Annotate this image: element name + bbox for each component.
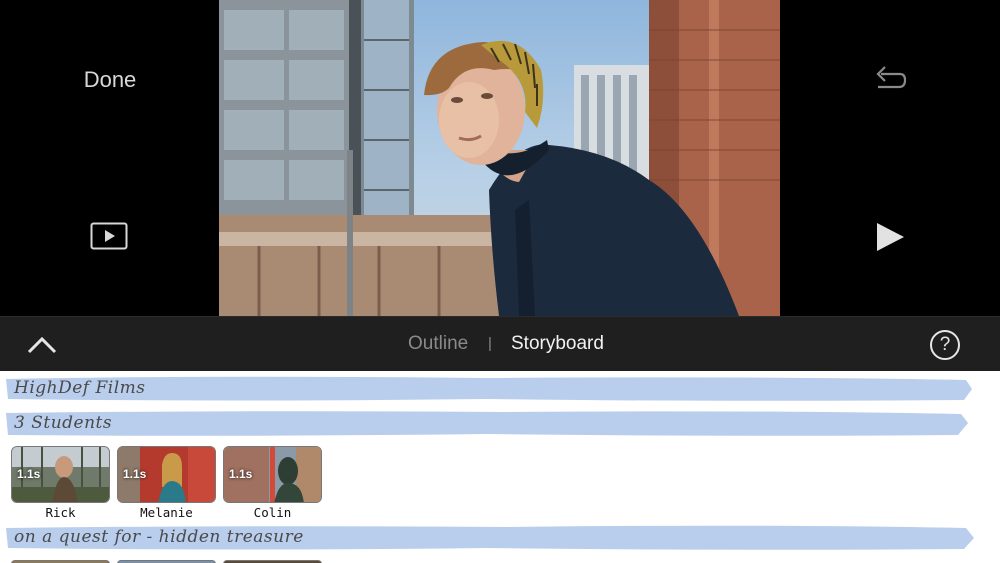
- clip-tile[interactable]: 1.1s Colin: [223, 446, 322, 520]
- clip-name: Colin: [253, 505, 292, 520]
- storyboard-list: HighDef Films 3 Students 1.1s Rick 1.1s …: [0, 371, 1000, 563]
- clip-thumbnail: 1.1s: [223, 446, 322, 503]
- video-viewer: Done: [0, 0, 1000, 316]
- clip-tile[interactable]: 1.1s Rick: [11, 446, 110, 520]
- tab-storyboard[interactable]: Storyboard: [511, 332, 604, 356]
- help-button[interactable]: ?: [930, 330, 960, 360]
- done-button[interactable]: Done: [60, 64, 160, 96]
- section-title-band[interactable]: HighDef Films: [6, 375, 972, 403]
- section-title-band[interactable]: 3 Students: [6, 410, 968, 438]
- play-icon[interactable]: [872, 220, 908, 254]
- tab-separator: |: [488, 335, 492, 352]
- undo-icon[interactable]: [872, 62, 908, 94]
- section-title-text: HighDef Films: [14, 378, 146, 398]
- clip-duration: 1.1s: [123, 467, 147, 481]
- clip-name: Rick: [45, 505, 76, 520]
- clip-thumbnail: 1.1s: [117, 446, 216, 503]
- preview-icon[interactable]: [90, 222, 128, 250]
- video-preview-image: [219, 0, 780, 316]
- chevron-up-icon[interactable]: [26, 331, 58, 359]
- clip-duration: 1.1s: [17, 467, 41, 481]
- section-title-text: 3 Students: [14, 413, 113, 433]
- section-title-text: on a quest for - hidden treasure: [14, 527, 304, 547]
- section-title-band[interactable]: on a quest for - hidden treasure: [6, 524, 974, 552]
- clip-duration: 1.1s: [229, 467, 253, 481]
- clip-tile[interactable]: 1.1s Melanie: [117, 446, 216, 520]
- tab-outline[interactable]: Outline: [408, 332, 468, 356]
- clip-thumbnail: 1.1s: [11, 446, 110, 503]
- clip-name: Melanie: [140, 505, 193, 520]
- mode-toolbar: Outline | Storyboard ?: [0, 316, 1000, 371]
